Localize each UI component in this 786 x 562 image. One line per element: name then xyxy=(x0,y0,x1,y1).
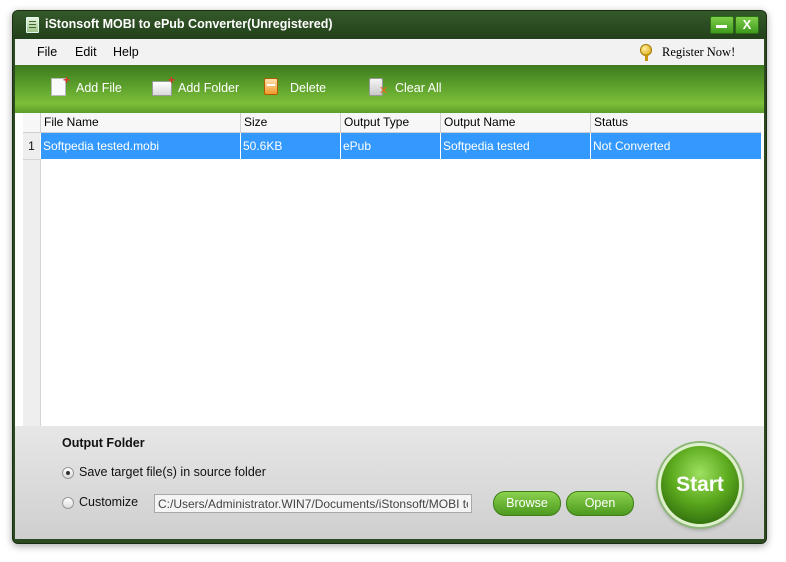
clear-all-button[interactable]: Clear All xyxy=(367,75,457,101)
cell-status[interactable]: Not Converted xyxy=(590,133,761,159)
add-folder-button[interactable]: Add Folder xyxy=(152,73,252,101)
customize-radio[interactable] xyxy=(62,497,74,509)
register-label: Register Now! xyxy=(662,45,736,59)
customize-label[interactable]: Customize xyxy=(79,495,138,509)
key-icon xyxy=(640,44,652,61)
cell-output-name[interactable]: Softpedia tested xyxy=(440,133,590,159)
delete-icon xyxy=(264,78,278,95)
add-folder-label: Add Folder xyxy=(178,81,240,95)
add-file-button[interactable]: Add File xyxy=(49,73,139,101)
row-number: 1 xyxy=(23,133,40,160)
title-bar[interactable]: iStonsoft MOBI to ePub Converter(Unregis… xyxy=(13,11,766,39)
cell-output-type[interactable]: ePub xyxy=(340,133,440,159)
window-title: iStonsoft MOBI to ePub Converter(Unregis… xyxy=(45,17,333,31)
column-file-name[interactable]: File Name xyxy=(40,113,240,132)
menu-bar: File Edit Help Register Now! xyxy=(15,39,764,65)
table-row[interactable]: 1 Softpedia tested.mobi 50.6KB ePub Soft… xyxy=(23,133,761,160)
delete-label: Delete xyxy=(290,81,327,95)
toolbar: Add File Add Folder Delete Clear All xyxy=(15,65,764,113)
minimize-button[interactable] xyxy=(710,16,734,34)
source-folder-label[interactable]: Save target file(s) in source folder xyxy=(79,465,266,479)
open-button[interactable]: Open xyxy=(566,491,634,516)
delete-button[interactable]: Delete xyxy=(261,75,341,101)
column-output-type[interactable]: Output Type xyxy=(340,113,440,132)
add-file-label: Add File xyxy=(76,81,122,95)
cell-file-name[interactable]: Softpedia tested.mobi xyxy=(40,133,240,159)
close-button[interactable]: X xyxy=(735,16,759,34)
add-file-icon xyxy=(51,73,70,96)
browse-button[interactable]: Browse xyxy=(493,491,561,516)
menu-help[interactable]: Help xyxy=(113,45,139,59)
menu-edit[interactable]: Edit xyxy=(75,45,97,59)
add-folder-icon xyxy=(152,73,175,96)
column-size[interactable]: Size xyxy=(240,113,340,132)
table-header: File Name Size Output Type Output Name S… xyxy=(23,113,761,133)
app-window: iStonsoft MOBI to ePub Converter(Unregis… xyxy=(12,10,767,544)
start-button[interactable]: Start xyxy=(658,443,742,527)
menu-file[interactable]: File xyxy=(37,45,57,59)
clear-all-label: Clear All xyxy=(395,81,442,95)
column-status[interactable]: Status xyxy=(590,113,761,132)
column-output-name[interactable]: Output Name xyxy=(440,113,590,132)
file-table: File Name Size Output Type Output Name S… xyxy=(15,113,764,426)
clear-all-icon xyxy=(369,78,388,97)
output-path-input[interactable] xyxy=(154,494,472,513)
cell-size[interactable]: 50.6KB xyxy=(240,133,340,159)
output-folder-title: Output Folder xyxy=(62,436,145,450)
source-folder-radio[interactable] xyxy=(62,467,74,479)
app-icon xyxy=(26,17,39,33)
output-panel: Output Folder Save target file(s) in sou… xyxy=(15,426,764,539)
